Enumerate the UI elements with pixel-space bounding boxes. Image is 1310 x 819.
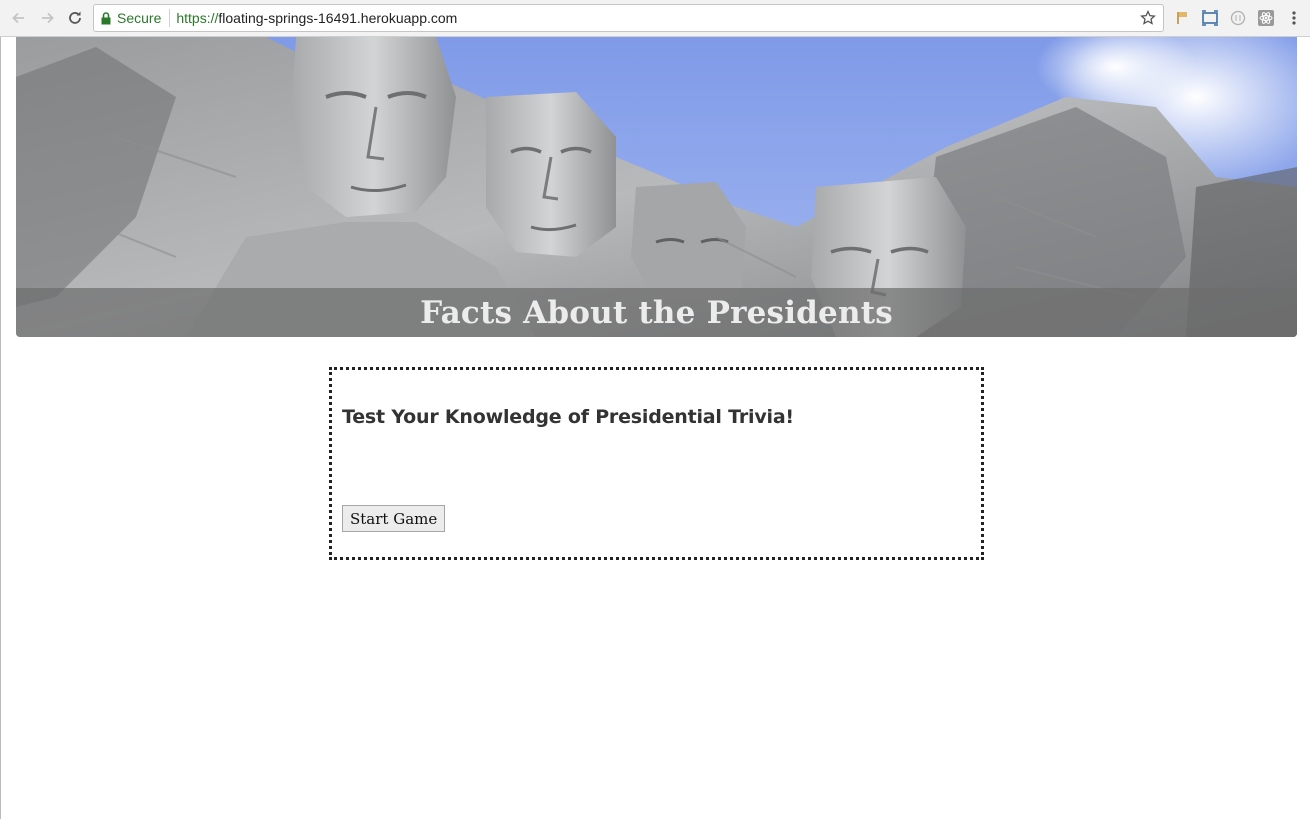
page-left-border <box>0 37 1 819</box>
bookmark-star-icon[interactable] <box>1140 9 1156 26</box>
extension-screen-icon[interactable] <box>1201 9 1219 27</box>
lock-icon <box>101 11 111 25</box>
url-scheme: https:// <box>176 10 219 26</box>
start-game-button[interactable]: Start Game <box>342 505 446 532</box>
browser-menu-icon[interactable] <box>1285 9 1303 27</box>
reload-button[interactable] <box>65 8 85 28</box>
back-button[interactable] <box>9 8 29 28</box>
forward-arrow-icon <box>42 12 54 24</box>
quiz-container: Test Your Knowledge of Presidential Triv… <box>329 367 984 560</box>
address-bar[interactable]: Secure https://floating-springs-16491.he… <box>93 4 1164 32</box>
banner-caption-bar: Facts About the Presidents <box>16 288 1297 337</box>
header-banner: Facts About the Presidents <box>16 37 1297 337</box>
extension-flag-icon[interactable] <box>1173 9 1191 27</box>
page-title: Facts About the Presidents <box>420 294 893 331</box>
back-arrow-icon <box>12 12 24 24</box>
url-host: floating-springs-16491.herokuapp.com <box>218 10 458 26</box>
forward-button[interactable] <box>37 8 57 28</box>
reload-icon <box>69 11 81 24</box>
quiz-title: Test Your Knowledge of Presidential Triv… <box>342 406 794 428</box>
browser-toolbar: Secure https://floating-springs-16491.he… <box>0 0 1310 37</box>
extension-circle-icon[interactable] <box>1229 9 1247 27</box>
omnibox-separator <box>169 9 171 27</box>
extension-react-icon[interactable] <box>1257 9 1275 27</box>
secure-label: Secure <box>117 10 162 26</box>
